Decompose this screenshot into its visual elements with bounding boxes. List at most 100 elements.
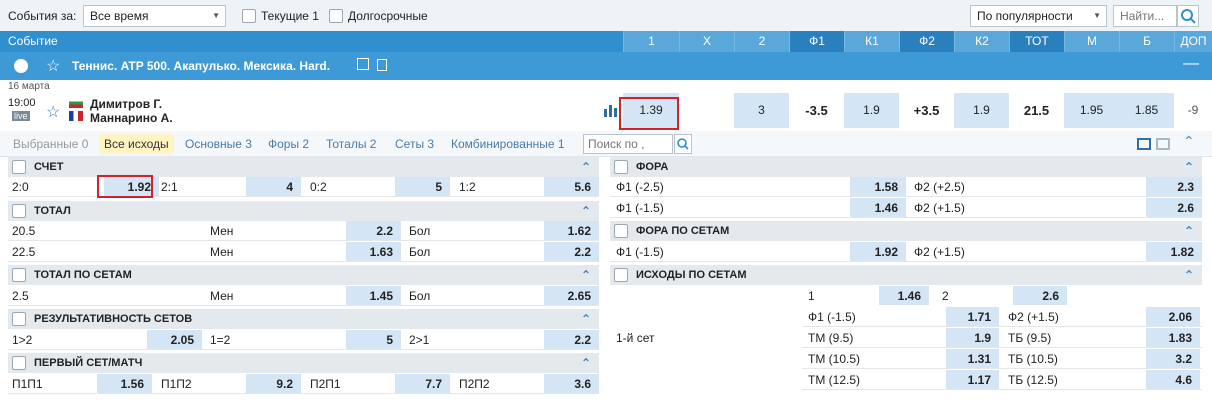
odd-m[interactable]: 1.95 (1064, 93, 1119, 128)
team2-name[interactable]: Маннарино А. (90, 111, 173, 125)
chevron-up-icon[interactable]: ⌃ (581, 353, 591, 373)
chevron-up-icon[interactable]: ⌃ (1184, 265, 1194, 285)
section-checkbox[interactable] (12, 312, 26, 326)
odd-value[interactable]: 2.65 (544, 286, 599, 305)
odd-value[interactable]: 2.3 (1146, 177, 1202, 196)
chevron-up-icon[interactable]: ⌃ (581, 309, 591, 329)
odd-value[interactable]: 1.83 (1146, 328, 1200, 347)
section-checkbox[interactable] (614, 268, 628, 282)
odd-2[interactable]: 3 (734, 93, 789, 128)
odd-value[interactable]: 4 (246, 177, 301, 196)
section-title: ТОТАЛ (34, 205, 71, 217)
outcome-label: Бол (409, 224, 431, 238)
odd-tot[interactable]: 21.5 (1009, 93, 1064, 128)
section-fora[interactable]: ФОРА ⌃ (610, 157, 1202, 177)
bar-chart-icon[interactable] (604, 103, 618, 120)
odd-value[interactable]: 1.46 (879, 286, 929, 305)
chevron-up-icon[interactable]: ⌃ (581, 265, 591, 285)
market-search-button[interactable] (674, 134, 692, 154)
search-button[interactable] (1177, 5, 1199, 27)
chevron-up-icon[interactable]: ⌃ (581, 201, 591, 221)
one-column-view-icon[interactable] (1156, 138, 1170, 150)
section-total-sets[interactable]: ТОТАЛ ПО СЕТАМ ⌃ (8, 265, 599, 285)
tab-sets[interactable]: Сеты 3 (390, 134, 439, 154)
section-checkbox[interactable] (12, 204, 26, 218)
search-input[interactable] (1113, 5, 1177, 27)
collapse-icon[interactable]: — (1183, 55, 1199, 73)
tab-totals[interactable]: Тоталы 2 (321, 134, 381, 154)
section-checkbox[interactable] (12, 356, 26, 370)
collapse-all-icon[interactable]: ⌃ (1183, 133, 1195, 150)
odd-value[interactable]: 1.63 (346, 242, 401, 261)
chevron-up-icon[interactable]: ⌃ (581, 157, 591, 177)
odd-value[interactable]: 1.56 (97, 374, 152, 393)
section-set-outcomes[interactable]: ИСХОДЫ ПО СЕТАМ ⌃ (610, 265, 1202, 285)
sort-select[interactable]: По популярности ▼ (970, 5, 1107, 27)
odd-value[interactable]: 1.58 (850, 177, 906, 196)
section-first-set-match[interactable]: ПЕРВЫЙ СЕТ/МАТЧ ⌃ (8, 353, 599, 373)
odd-value[interactable]: 1.82 (1146, 242, 1202, 261)
odd-value[interactable]: 2.2 (544, 242, 599, 261)
chevron-up-icon[interactable]: ⌃ (1184, 157, 1194, 177)
odd-value[interactable]: 2.2 (346, 221, 401, 240)
odd-value[interactable]: 1.46 (850, 198, 906, 217)
highlight-box (97, 175, 153, 198)
section-fora-sets[interactable]: ФОРА ПО СЕТАМ ⌃ (610, 221, 1202, 241)
section-checkbox[interactable] (614, 160, 628, 174)
tab-combined[interactable]: Комбинированные 1 (446, 134, 570, 154)
table-row: 2.5 Мен 1.45 Бол 2.65 (8, 286, 599, 306)
chevron-up-icon[interactable]: ⌃ (1184, 221, 1194, 241)
odd-value[interactable]: 9.2 (246, 374, 301, 393)
tab-main[interactable]: Основные 3 (180, 134, 257, 154)
market-search-input[interactable] (583, 134, 673, 154)
section-sets-result[interactable]: РЕЗУЛЬТАТИВНОСТЬ СЕТОВ ⌃ (8, 309, 599, 329)
section-checkbox[interactable] (12, 268, 26, 282)
odd-value[interactable]: 2.6 (1146, 198, 1202, 217)
outcome-label: 1:2 (459, 180, 476, 194)
odd-value[interactable]: 7.7 (395, 374, 450, 393)
odd-value[interactable]: 1.71 (946, 307, 999, 326)
odd-value[interactable]: 3.2 (1146, 349, 1200, 368)
odd-value[interactable]: 5 (346, 330, 401, 349)
table-row: ТМ (10.5) 1.31 ТБ (10.5) 3.2 (802, 349, 1202, 369)
odd-value[interactable]: 1.31 (946, 349, 999, 368)
odd-value[interactable]: 1.92 (850, 242, 906, 261)
tab-handicaps[interactable]: Форы 2 (263, 134, 314, 154)
odd-f1[interactable]: -3.5 (789, 93, 844, 128)
section-checkbox[interactable] (12, 160, 26, 174)
section-total[interactable]: ТОТАЛ ⌃ (8, 201, 599, 221)
longterm-checkbox[interactable] (329, 9, 343, 23)
odd-value[interactable]: 2.05 (147, 330, 202, 349)
two-column-view-icon[interactable] (1137, 138, 1151, 150)
odd-x[interactable] (679, 93, 734, 128)
odd-value[interactable]: 2.2 (544, 330, 599, 349)
popup-icon[interactable] (357, 58, 369, 70)
star-icon[interactable]: ☆ (46, 56, 60, 76)
odd-value[interactable]: 5.6 (544, 177, 599, 196)
team1-name[interactable]: Димитров Г. (90, 97, 162, 111)
odd-value[interactable]: 2.6 (1013, 286, 1067, 305)
odd-b[interactable]: 1.85 (1119, 93, 1174, 128)
period-select[interactable]: Все время ▼ (83, 5, 226, 27)
stats-icon[interactable] (377, 59, 387, 71)
tab-selected[interactable]: Выбранные 0 (8, 134, 93, 154)
league-bar[interactable]: ☆ Теннис. ATP 500. Акапулько. Мексика. H… (0, 52, 1212, 80)
odd-k1[interactable]: 1.9 (844, 93, 899, 128)
table-row: ТМ (12.5) 1.17 ТБ (12.5) 4.6 (802, 370, 1202, 390)
odd-value[interactable]: 3.6 (544, 374, 599, 393)
odd-value[interactable]: 4.6 (1146, 370, 1200, 389)
section-score[interactable]: СЧЕТ ⌃ (8, 157, 599, 177)
odd-value[interactable]: 1.45 (346, 286, 401, 305)
odd-value[interactable]: 1.9 (946, 328, 999, 347)
current-checkbox[interactable] (242, 9, 256, 23)
odd-value[interactable]: 1.17 (946, 370, 999, 389)
odd-value[interactable]: 2.06 (1146, 307, 1200, 326)
odd-value[interactable]: 5 (395, 177, 450, 196)
tab-all[interactable]: Все исходы (99, 134, 174, 154)
odd-value[interactable]: 1.62 (544, 221, 599, 240)
odd-f2[interactable]: +3.5 (899, 93, 954, 128)
odd-dop[interactable]: -9 (1174, 93, 1212, 128)
section-checkbox[interactable] (614, 224, 628, 238)
star-icon[interactable]: ☆ (46, 102, 60, 122)
odd-k2[interactable]: 1.9 (954, 93, 1009, 128)
